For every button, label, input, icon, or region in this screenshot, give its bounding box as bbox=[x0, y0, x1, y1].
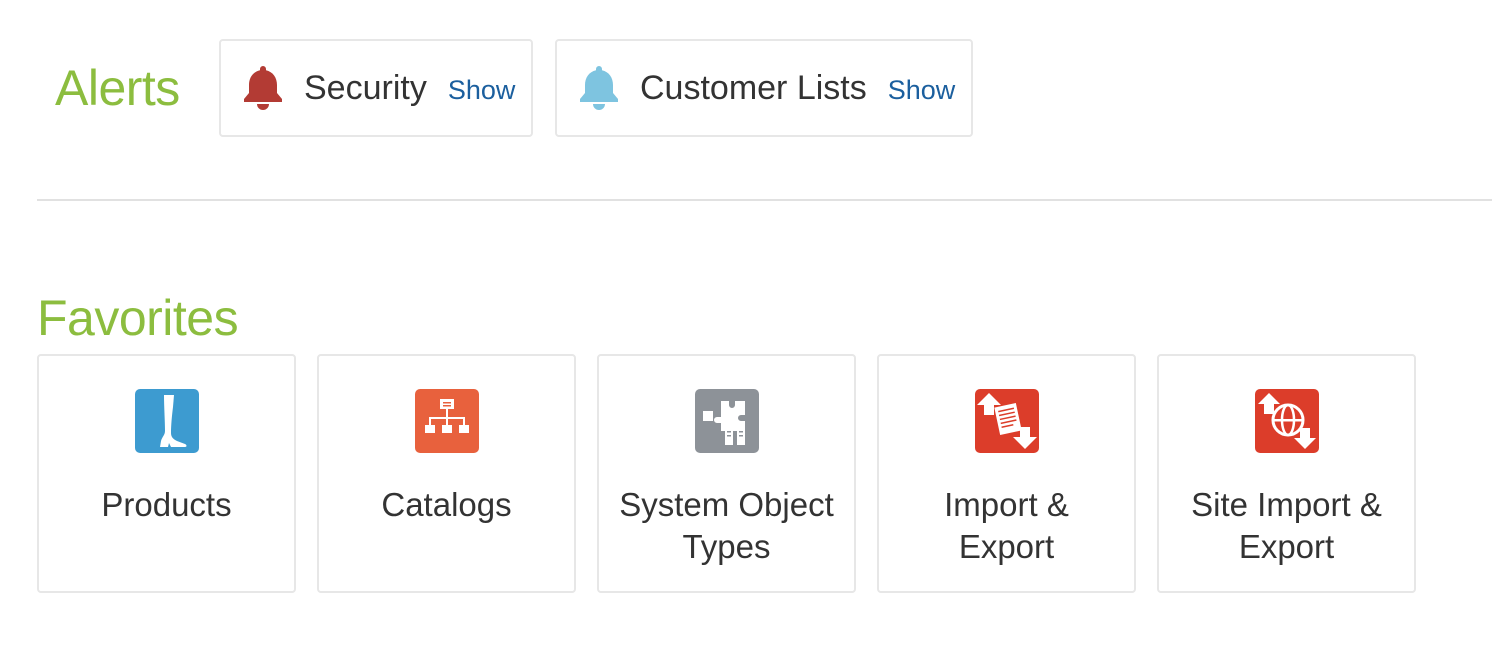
favorite-products[interactable]: Products bbox=[37, 354, 296, 593]
show-customer-lists-link[interactable]: Show bbox=[888, 75, 956, 106]
import-export-icon bbox=[975, 389, 1039, 453]
favorite-import-export[interactable]: Import & Export bbox=[877, 354, 1136, 593]
favorite-label: Catalogs bbox=[381, 486, 512, 523]
favorite-system-object-types[interactable]: System Object Types bbox=[597, 354, 856, 593]
favorite-label: Products bbox=[101, 486, 232, 523]
puzzle-icon bbox=[695, 389, 759, 453]
show-security-link[interactable]: Show bbox=[448, 75, 516, 106]
bell-icon bbox=[577, 63, 621, 111]
page: Alerts Security Show Customer Lists Show… bbox=[0, 0, 1492, 662]
divider bbox=[37, 199, 1492, 201]
bell-icon bbox=[241, 63, 285, 111]
alert-customer-lists: Customer Lists Show bbox=[555, 39, 973, 137]
alert-security: Security Show bbox=[219, 39, 533, 137]
boot-icon bbox=[135, 389, 199, 453]
hierarchy-icon bbox=[415, 389, 479, 453]
alert-label-security: Security bbox=[304, 68, 427, 107]
alert-label-customer-lists: Customer Lists bbox=[640, 68, 867, 107]
favorite-label: Site Import & Export bbox=[1191, 486, 1382, 565]
favorite-catalogs[interactable]: Catalogs bbox=[317, 354, 576, 593]
alerts-heading: Alerts bbox=[55, 60, 180, 116]
favorite-site-import-export[interactable]: Site Import & Export bbox=[1157, 354, 1416, 593]
favorite-label: System Object Types bbox=[619, 486, 834, 565]
favorites-heading: Favorites bbox=[37, 290, 239, 346]
site-import-export-icon bbox=[1255, 389, 1319, 453]
favorite-label: Import & Export bbox=[944, 486, 1069, 565]
